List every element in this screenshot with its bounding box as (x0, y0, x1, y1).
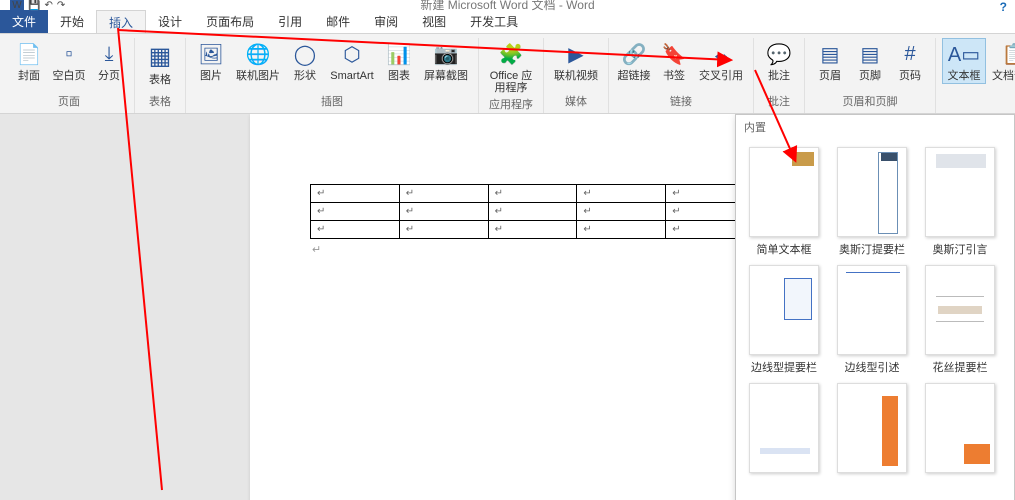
group-comment: 💬批注 批注 (754, 38, 805, 113)
textbox-button[interactable]: A▭文本框 (942, 38, 986, 84)
group-illustrations: 🖼图片 🌐联机图片 ◯形状 ⬡SmartArt 📊图表 📷屏幕截图 插图 (186, 38, 479, 113)
table-row[interactable]: ↵↵↵↵↵ (311, 221, 755, 239)
app-icon: W (10, 0, 24, 12)
smartart-button[interactable]: ⬡SmartArt (326, 38, 378, 82)
shapes-button[interactable]: ◯形状 (286, 38, 324, 82)
tab-layout[interactable]: 页面布局 (194, 10, 266, 33)
paragraph-mark: ↵ (312, 243, 755, 256)
ribbon: 📄封面 ▫空白页 ⤓分页 页面 ▦表格 表格 🖼图片 🌐联机图片 ◯形状 ⬡Sm… (0, 34, 1015, 114)
page-number-button[interactable]: #页码 (891, 38, 929, 82)
tab-review[interactable]: 审阅 (362, 10, 410, 33)
group-label-pages: 页面 (58, 91, 80, 113)
tab-design[interactable]: 设计 (146, 10, 194, 33)
header-button[interactable]: ▤页眉 (811, 38, 849, 82)
comment-button[interactable]: 💬批注 (760, 38, 798, 82)
online-video-button[interactable]: ▶联机视频 (550, 38, 602, 82)
footer-button[interactable]: ▤页脚 (851, 38, 889, 82)
group-links: 🔗超链接 🔖书签 ↔交叉引用 链接 (609, 38, 754, 113)
group-label-comment: 批注 (768, 91, 790, 113)
group-label-media: 媒体 (565, 91, 587, 113)
tab-references[interactable]: 引用 (266, 10, 314, 33)
chart-button[interactable]: 📊图表 (380, 38, 418, 82)
group-label-apps: 应用程序 (489, 94, 533, 116)
gallery-item-8[interactable] (828, 379, 916, 481)
table-cell[interactable]: ↵ (311, 185, 400, 203)
tab-insert[interactable]: 插入 (96, 10, 146, 33)
group-label-illustrations: 插图 (321, 91, 343, 113)
tab-dev[interactable]: 开发工具 (458, 10, 530, 33)
quick-parts-button[interactable]: 📋文档部件 (988, 38, 1015, 82)
gallery-item-7[interactable] (740, 379, 828, 481)
gallery-header: 内置 (736, 115, 1014, 139)
gallery-item-border-quote[interactable]: 边线型引述 (828, 261, 916, 379)
page[interactable]: ↵↵↵↵↵ ↵↵↵↵↵ ↵↵↵↵↵ ↵ (250, 114, 785, 500)
group-label-headerfooter: 页眉和页脚 (843, 91, 898, 113)
title-bar: W 💾 ↶ ↷ 新建 Microsoft Word 文档 - Word ? (0, 0, 1015, 10)
redo-icon[interactable]: ↷ (57, 0, 65, 11)
tab-home[interactable]: 开始 (48, 10, 96, 33)
gallery-item-9[interactable] (916, 379, 1004, 481)
undo-icon[interactable]: ↶ (44, 0, 52, 11)
help-icon[interactable]: ? (1000, 0, 1007, 14)
group-pages: 📄封面 ▫空白页 ⤓分页 页面 (4, 38, 135, 113)
group-media: ▶联机视频 媒体 (544, 38, 609, 113)
online-picture-button[interactable]: 🌐联机图片 (232, 38, 284, 82)
gallery-item-austin-sidebar[interactable]: 奥斯汀提要栏 (828, 143, 916, 261)
document-area[interactable]: ↵↵↵↵↵ ↵↵↵↵↵ ↵↵↵↵↵ ↵ 内置 简单文本框 奥斯汀提要栏 奥斯汀引… (0, 114, 1015, 500)
group-label-links: 链接 (670, 91, 692, 113)
table-button[interactable]: ▦表格 (141, 38, 179, 86)
group-table: ▦表格 表格 (135, 38, 186, 113)
group-headerfooter: ▤页眉 ▤页脚 #页码 页眉和页脚 (805, 38, 936, 113)
ribbon-tabs: 文件 开始 插入 设计 页面布局 引用 邮件 审阅 视图 开发工具 (0, 10, 1015, 34)
office-apps-button[interactable]: 🧩Office 应用程序 (485, 38, 537, 94)
hyperlink-button[interactable]: 🔗超链接 (615, 38, 653, 82)
bookmark-button[interactable]: 🔖书签 (655, 38, 693, 82)
group-label-table: 表格 (149, 91, 171, 113)
screenshot-button[interactable]: 📷屏幕截图 (420, 38, 472, 82)
blank-page-button[interactable]: ▫空白页 (50, 38, 88, 82)
table-row[interactable]: ↵↵↵↵↵ (311, 185, 755, 203)
table-row[interactable]: ↵↵↵↵↵ (311, 203, 755, 221)
tab-mail[interactable]: 邮件 (314, 10, 362, 33)
gallery-item-border-sidebar[interactable]: 边线型提要栏 (740, 261, 828, 379)
tab-file[interactable]: 文件 (0, 10, 48, 33)
gallery-item-filigree-sidebar[interactable]: 花丝提要栏 (916, 261, 1004, 379)
cross-reference-button[interactable]: ↔交叉引用 (695, 38, 747, 82)
save-icon[interactable]: 💾 (28, 0, 40, 11)
tab-view[interactable]: 视图 (410, 10, 458, 33)
group-text: A▭文本框 📋文档部件 A艺术字 A≣首字下沉 ✎签名行 ▾ 📅日期和时间 ▭对… (936, 38, 1015, 113)
window-title: 新建 Microsoft Word 文档 - Word (420, 0, 594, 13)
document-table[interactable]: ↵↵↵↵↵ ↵↵↵↵↵ ↵↵↵↵↵ (310, 184, 755, 239)
group-apps: 🧩Office 应用程序 应用程序 (479, 38, 544, 113)
cover-page-button[interactable]: 📄封面 (10, 38, 48, 82)
quick-access-toolbar: W 💾 ↶ ↷ (0, 0, 65, 10)
gallery-item-simple-textbox[interactable]: 简单文本框 (740, 143, 828, 261)
page-break-button[interactable]: ⤓分页 (90, 38, 128, 82)
gallery-item-austin-quote[interactable]: 奥斯汀引言 (916, 143, 1004, 261)
textbox-gallery[interactable]: 内置 简单文本框 奥斯汀提要栏 奥斯汀引言 边线型提要栏 边线型引述 花丝提要栏 (735, 114, 1015, 500)
picture-button[interactable]: 🖼图片 (192, 38, 230, 82)
